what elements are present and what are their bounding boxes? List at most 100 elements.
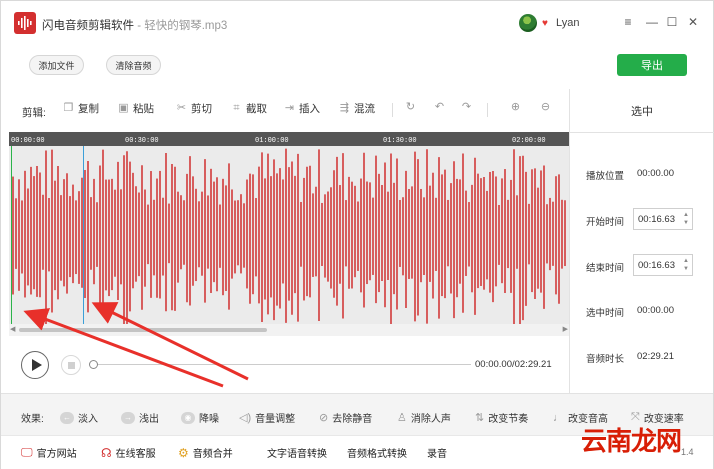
- zoom-in-button[interactable]: ⊕: [509, 101, 522, 114]
- undo-arc-icon: ↻: [405, 101, 416, 113]
- selection-start-marker[interactable]: [11, 146, 12, 324]
- fade-in-icon: ←: [60, 411, 74, 424]
- record-link[interactable]: 录音: [427, 445, 447, 460]
- change-tempo-button[interactable]: ⇅ 改变节奏: [475, 410, 528, 425]
- play-position-value: 00:00.00: [637, 168, 674, 179]
- undo-icon: ↶: [434, 101, 445, 113]
- crop-button[interactable]: ⌗ 截取: [230, 101, 267, 116]
- format-convert-link[interactable]: 音频格式转换: [347, 445, 407, 460]
- close-icon[interactable]: ✕: [686, 15, 700, 29]
- tempo-icon: ⇅: [475, 412, 485, 424]
- zoom-out-icon: ⊖: [540, 101, 551, 113]
- zoom-in-icon: ⊕: [510, 101, 521, 113]
- username[interactable]: Lyan: [556, 17, 579, 29]
- waveform-area[interactable]: 00:00:00 00:30:00 01:00:00 01:30:00 02:0…: [9, 132, 569, 336]
- stop-button[interactable]: [61, 355, 81, 375]
- scroll-thumb[interactable]: [19, 328, 267, 332]
- volume-button[interactable]: ◁) 音量调整: [239, 410, 295, 425]
- panel-title: 选中: [570, 89, 714, 133]
- heart-icon: ♥: [542, 18, 548, 29]
- tts-link[interactable]: 文字语音转换: [267, 445, 327, 460]
- scroll-left-icon[interactable]: ◀: [10, 325, 15, 333]
- export-button[interactable]: 导出: [617, 54, 687, 76]
- support-link[interactable]: ☊ 在线客服: [101, 445, 156, 461]
- divider: [392, 103, 393, 117]
- undo-arc-button[interactable]: ↻: [404, 101, 417, 114]
- avatar[interactable]: [519, 14, 537, 32]
- pitch-icon: ♩: [553, 411, 564, 424]
- scissors-icon: ✂: [176, 102, 187, 114]
- minimize-icon[interactable]: —: [645, 15, 659, 29]
- merge-icon: ⚙: [178, 445, 189, 460]
- fade-out-icon: →: [121, 411, 135, 424]
- copy-button[interactable]: ❐ 复制: [62, 101, 99, 116]
- cut-button[interactable]: ✂ 剪切: [175, 101, 212, 116]
- window-title: 闪电音频剪辑软件 - 轻快的钢琴.mp3: [42, 20, 228, 32]
- undo-button[interactable]: ↶: [433, 101, 446, 114]
- redo-icon: ↷: [461, 101, 472, 113]
- end-time-label: 结束时间: [586, 263, 625, 274]
- title-bar: 闪电音频剪辑软件 - 轻快的钢琴.mp3 ♥ Lyan ≡ — ☐ ✕: [1, 1, 713, 45]
- fade-in-button[interactable]: ← 淡入: [60, 410, 98, 425]
- ruler-tick: 00:30:00: [125, 137, 159, 145]
- start-time-label: 开始时间: [586, 217, 625, 228]
- duration-value: 02:29.21: [637, 351, 674, 362]
- crop-icon: ⌗: [233, 102, 240, 114]
- end-time-input[interactable]: 00:16.63 ▲ ▼: [633, 254, 693, 276]
- denoise-icon: ◉: [181, 411, 195, 424]
- website-link[interactable]: 🖵 官方网站: [21, 445, 77, 460]
- waveform: [12, 148, 566, 324]
- app-name: 闪电音频剪辑软件: [42, 20, 134, 32]
- time-readout: 00:00.00/02:29.21: [475, 359, 552, 370]
- remove-vocals-button[interactable]: ♙ 消除人声: [397, 410, 451, 425]
- top-toolbar: 添加文件 清除音频 导出: [1, 45, 713, 85]
- selected-time-value: 00:00.00: [637, 305, 674, 316]
- fade-out-button[interactable]: → 浅出: [121, 410, 159, 425]
- stepper-icon[interactable]: ▲ ▼: [683, 211, 689, 227]
- play-position-label: 播放位置: [586, 171, 625, 182]
- paste-button[interactable]: ▣ 粘贴: [117, 101, 154, 116]
- redo-button[interactable]: ↷: [460, 101, 473, 114]
- edit-label: 剪辑:: [22, 107, 46, 119]
- maximize-icon[interactable]: ☐: [665, 15, 679, 29]
- clear-audio-button[interactable]: 清除音频: [106, 55, 161, 75]
- effects-label: 效果:: [21, 414, 44, 425]
- scroll-right-icon[interactable]: ▶: [563, 325, 568, 333]
- start-time-input[interactable]: 00:16.63 ▲ ▼: [633, 208, 693, 230]
- mix-button[interactable]: ⇶ 混流: [338, 101, 375, 116]
- playhead-marker[interactable]: [83, 146, 84, 324]
- insert-button[interactable]: ⇥ 插入: [283, 101, 320, 116]
- headset-icon: ☊: [101, 445, 112, 460]
- app-window: 闪电音频剪辑软件 - 轻快的钢琴.mp3 ♥ Lyan ≡ — ☐ ✕ 添加文件…: [0, 0, 714, 469]
- ruler-tick: 02:00:00: [512, 137, 546, 145]
- volume-icon: ◁): [239, 412, 252, 424]
- duration-label: 音频时长: [586, 354, 625, 365]
- paste-icon: ▣: [118, 102, 129, 114]
- insert-icon: ⇥: [284, 102, 295, 114]
- stepper-icon[interactable]: ▲ ▼: [683, 257, 689, 273]
- divider: [487, 103, 488, 117]
- remove-silence-button[interactable]: ⊘ 去除静音: [319, 410, 372, 425]
- selection-panel: 选中 播放位置 00:00.00 开始时间 00:16.63 ▲ ▼ 结束时间 0…: [569, 89, 714, 393]
- mute-icon: ⊘: [319, 412, 329, 424]
- progress-knob[interactable]: [89, 360, 98, 369]
- player-bar: 00:00.00/02:29.21: [9, 336, 569, 393]
- merge-link[interactable]: ⚙ 音频合并: [178, 445, 233, 461]
- vocals-icon: ♙: [397, 412, 407, 424]
- app-logo-icon: [14, 12, 36, 34]
- watermark: 云南龙网: [581, 427, 682, 457]
- denoise-button[interactable]: ◉ 降噪: [181, 410, 219, 425]
- time-ruler: 00:00:00 00:30:00 01:00:00 01:30:00 02:0…: [9, 132, 569, 146]
- version-label: 1.4: [681, 447, 694, 457]
- waveform-scrollbar[interactable]: ◀ ▶: [9, 324, 569, 336]
- progress-track[interactable]: [91, 364, 471, 365]
- ruler-tick: 01:00:00: [255, 137, 289, 145]
- edit-toolbar: 剪辑: ❐ 复制 ▣ 粘贴 ✂ 剪切 ⌗ 截取 ⇥ 插入 ⇶ 混流 ↻ ↶ ↷ ⊕ ⊖: [9, 89, 569, 133]
- menu-icon[interactable]: ≡: [621, 15, 635, 29]
- add-file-button[interactable]: 添加文件: [29, 55, 84, 75]
- zoom-out-button[interactable]: ⊖: [539, 101, 552, 114]
- ruler-tick: 00:00:00: [11, 137, 45, 145]
- copy-icon: ❐: [63, 102, 74, 114]
- monitor-icon: 🖵: [21, 445, 33, 459]
- play-button[interactable]: [21, 351, 49, 379]
